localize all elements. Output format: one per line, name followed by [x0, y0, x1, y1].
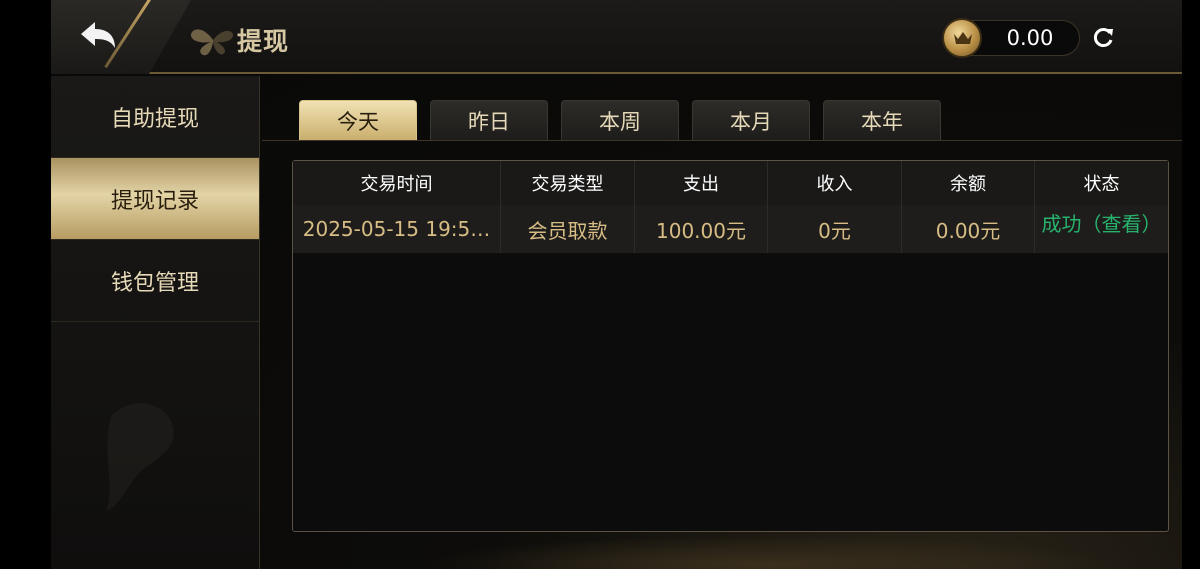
sidebar-item-label: 自助提现 — [110, 106, 199, 132]
decorative-figure-icon — [106, 403, 174, 511]
tab-label: 本周 — [599, 110, 641, 134]
header-bar: 提现 0.00 — [51, 0, 1182, 74]
cell-type: 会员取款 — [501, 205, 635, 253]
crown-coin-icon — [942, 18, 982, 58]
column-header-type: 交易类型 — [501, 161, 635, 205]
left-edge — [0, 0, 51, 569]
sidebar-item-label: 钱包管理 — [110, 270, 199, 296]
tab-label: 今天 — [337, 110, 379, 134]
sidebar-item-self-withdraw[interactable]: 自助提现 — [51, 76, 259, 158]
column-header-expense: 支出 — [635, 161, 768, 205]
sidebar-item-withdraw-records[interactable]: 提现记录 — [51, 158, 259, 240]
cell-balance: 0.00元 — [902, 205, 1035, 253]
tab-this-week[interactable]: 本周 — [561, 100, 679, 141]
tab-this-month[interactable]: 本月 — [692, 100, 810, 141]
status-view-link[interactable]: 成功（查看） — [1035, 205, 1168, 253]
column-header-income: 收入 — [768, 161, 902, 205]
column-header-time: 交易时间 — [293, 161, 501, 205]
tab-label: 本月 — [730, 110, 772, 134]
table-row: 2025-05-15 19:5… 会员取款 100.00元 0元 0.00元 成… — [293, 205, 1168, 253]
sidebar-item-label: 提现记录 — [110, 188, 199, 214]
column-header-status: 状态 — [1083, 174, 1120, 195]
right-edge — [1182, 0, 1200, 569]
cell-income: 0元 — [768, 205, 902, 253]
records-table: 交易时间 交易类型 支出 收入 余额 状态 2025-05-15 19:5… 会… — [292, 160, 1169, 532]
back-panel — [51, 0, 191, 74]
withdraw-screen: 提现 0.00 自助提现 提现记录 钱包管理 今天 昨日 本周 本月 本年 交易… — [0, 0, 1200, 569]
column-header-balance: 余额 — [902, 161, 1035, 205]
back-arrow-icon — [81, 22, 115, 48]
tab-yesterday[interactable]: 昨日 — [430, 100, 548, 141]
refresh-icon[interactable] — [1090, 25, 1116, 51]
back-button[interactable] — [77, 20, 121, 56]
tab-this-year[interactable]: 本年 — [823, 100, 941, 141]
sidebar-item-wallet-management[interactable]: 钱包管理 — [51, 240, 259, 322]
cell-expense: 100.00元 — [635, 205, 768, 253]
cell-time-text: 2025-05-15 19:5… — [302, 217, 491, 241]
tab-divider — [262, 140, 1182, 141]
balance-value: 0.00 — [1006, 26, 1054, 50]
background-glow — [420, 535, 1120, 569]
tab-label: 昨日 — [468, 110, 510, 134]
sidebar: 自助提现 提现记录 钱包管理 — [51, 76, 260, 569]
butterfly-decoration-icon — [190, 29, 234, 56]
tab-today[interactable]: 今天 — [299, 100, 417, 141]
page-title: 提现 — [237, 27, 290, 56]
cell-time: 2025-05-15 19:5… — [293, 205, 501, 253]
table-header: 交易时间 交易类型 支出 收入 余额 状态 — [293, 161, 1168, 205]
tab-label: 本年 — [861, 110, 903, 134]
